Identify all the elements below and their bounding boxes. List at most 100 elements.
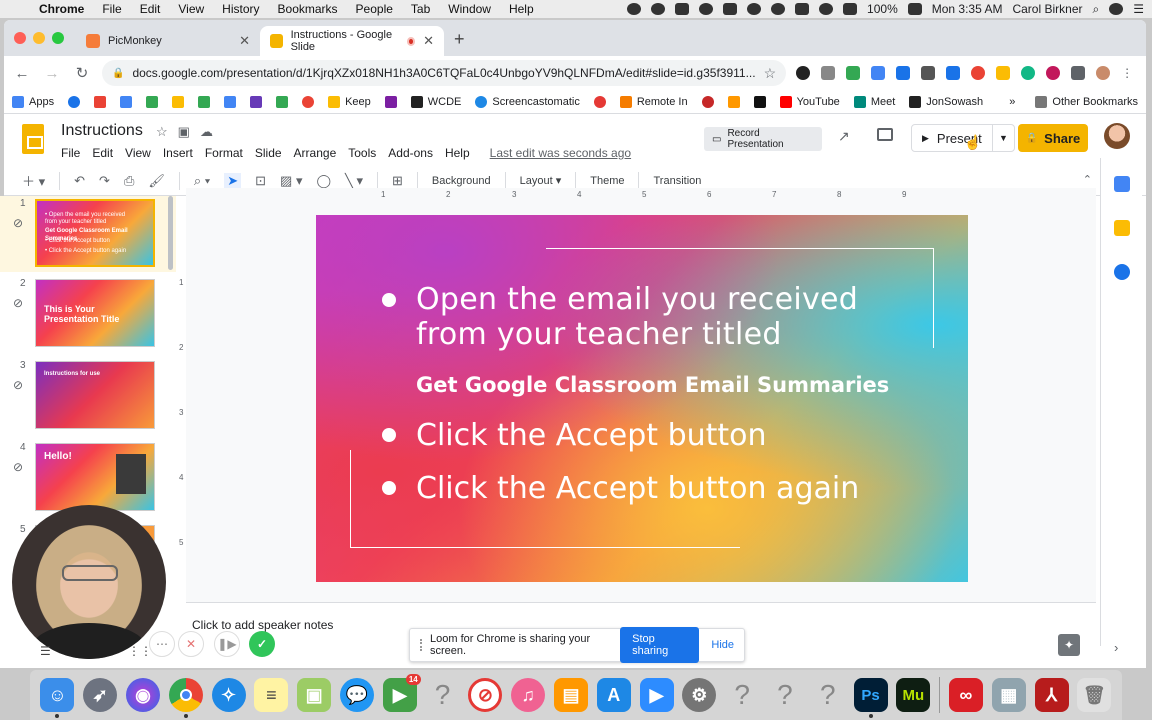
present-dropdown-icon[interactable]: ▼: [992, 125, 1014, 151]
background-button[interactable]: Background: [432, 175, 491, 187]
menu-tab[interactable]: Tab: [411, 2, 430, 16]
undo-icon[interactable]: ↶: [74, 173, 85, 189]
webcam-bubble[interactable]: [12, 505, 166, 659]
calendar-icon[interactable]: [1114, 176, 1130, 192]
bookmark-star-icon[interactable]: ☆: [764, 65, 777, 82]
pause-recording-icon[interactable]: ❚▶: [214, 631, 240, 657]
bookmark-keep[interactable]: Keep: [328, 95, 371, 108]
preview-icon[interactable]: ▣: [297, 678, 332, 712]
doc-menu-view[interactable]: View: [125, 146, 151, 160]
explore-icon[interactable]: ✦: [1058, 634, 1080, 656]
comments-icon[interactable]: [877, 128, 893, 141]
slide-thumbnail-1[interactable]: 1 ⊘ • Open the email you received from y…: [0, 196, 176, 272]
trash-icon[interactable]: 🗑: [1077, 678, 1112, 712]
photoshop-icon[interactable]: Ps: [853, 678, 888, 718]
star-icon[interactable]: ☆: [156, 124, 168, 140]
reload-icon[interactable]: ↻: [72, 64, 92, 82]
doc-menu-insert[interactable]: Insert: [163, 146, 193, 160]
filmstrip-scrollbar[interactable]: [168, 196, 173, 270]
close-tab-icon[interactable]: ✕: [239, 33, 250, 49]
unknown-app-icon[interactable]: ?: [811, 678, 845, 712]
shape-icon[interactable]: ◯: [316, 173, 331, 189]
line-icon[interactable]: ╲ ▾: [345, 173, 363, 189]
bluetooth-icon[interactable]: [795, 3, 810, 15]
slide-subheading[interactable]: Get Google Classroom Email Summaries: [416, 373, 889, 397]
keep-icon[interactable]: [1114, 220, 1130, 236]
microphone-icon[interactable]: [723, 3, 738, 15]
collapse-toolbar-icon[interactable]: ⌃: [1083, 173, 1092, 186]
doc-menu-addons[interactable]: Add-ons: [388, 146, 433, 160]
slide-thumbnail-2[interactable]: 2 ⊘ This is Your Presentation Title: [0, 276, 176, 352]
bookmark-screencastomatic[interactable]: Screencastomatic: [475, 95, 580, 108]
bookmark-icon-only[interactable]: [68, 95, 81, 108]
bookmarks-overflow-button[interactable]: »: [1009, 96, 1015, 108]
menu-help[interactable]: Help: [509, 2, 534, 16]
finder-icon[interactable]: ☺: [40, 678, 75, 718]
extension-icon[interactable]: [996, 66, 1011, 80]
cloud-icon[interactable]: [699, 3, 714, 15]
wifi-icon[interactable]: [819, 3, 834, 15]
notes-icon[interactable]: ≡: [254, 678, 289, 712]
doc-menu-slide[interactable]: Slide: [255, 146, 282, 160]
bookmark-wcde[interactable]: WCDE: [410, 95, 461, 108]
unknown-app-icon[interactable]: ?: [768, 678, 802, 712]
system-preferences-icon[interactable]: ⚙: [682, 678, 717, 712]
extension-icon[interactable]: [1021, 66, 1036, 80]
slide-thumbnail-3[interactable]: 3 ⊘ Instructions for use: [0, 358, 176, 434]
account-avatar[interactable]: [1104, 123, 1130, 149]
control-center-icon[interactable]: ☰: [1133, 2, 1144, 16]
bookmark-icon-only[interactable]: [94, 95, 107, 108]
chrome-icon[interactable]: [168, 678, 203, 718]
loom-icon[interactable]: [747, 3, 762, 15]
doc-menu-help[interactable]: Help: [445, 146, 470, 160]
extension-icon[interactable]: [946, 66, 961, 80]
bookmark-icon-only[interactable]: [701, 95, 714, 108]
lock-icon[interactable]: 🔒: [112, 68, 124, 79]
siri-icon[interactable]: ◉: [125, 678, 160, 712]
doc-menu-format[interactable]: Format: [205, 146, 243, 160]
creative-cloud-icon[interactable]: [627, 3, 642, 15]
doc-menu-arrange[interactable]: Arrange: [294, 146, 337, 160]
layout-button[interactable]: Layout ▾: [520, 174, 562, 187]
muse-icon[interactable]: Mu: [896, 678, 931, 712]
unknown-app-icon[interactable]: ?: [725, 678, 759, 712]
share-button[interactable]: 🔒 Share: [1018, 124, 1088, 152]
more-options-icon[interactable]: ⋯: [149, 631, 175, 657]
menu-file[interactable]: File: [102, 2, 121, 16]
transition-button[interactable]: Transition: [653, 175, 701, 187]
bookmark-icon-only[interactable]: [250, 95, 263, 108]
bookmark-apps[interactable]: Apps: [12, 95, 54, 108]
zoom-icon[interactable]: ⌕ ▾: [194, 173, 210, 189]
menu-bookmarks[interactable]: Bookmarks: [278, 2, 338, 16]
move-folder-icon[interactable]: ▣: [178, 124, 190, 140]
new-tab-button[interactable]: +: [454, 29, 465, 50]
new-slide-icon[interactable]: ＋ ▾: [22, 171, 45, 190]
bookmark-icon-only[interactable]: [198, 95, 211, 108]
menu-people[interactable]: People: [356, 2, 393, 16]
siri-icon[interactable]: [1109, 3, 1124, 15]
slide-bullet-3[interactable]: Click the Accept button again: [416, 471, 859, 506]
bookmark-icon-only[interactable]: [224, 95, 237, 108]
bookmark-icon-only[interactable]: [384, 95, 397, 108]
document-title[interactable]: Instructions: [61, 122, 143, 140]
do-not-disturb-icon[interactable]: [651, 3, 666, 15]
chrome-menu-icon[interactable]: ⋮: [1121, 66, 1133, 80]
launchpad-icon[interactable]: ➶: [83, 678, 118, 712]
bookmark-icon-only[interactable]: [302, 95, 315, 108]
extension-icon[interactable]: [1046, 66, 1061, 80]
extension-icon[interactable]: [921, 66, 936, 80]
tasks-icon[interactable]: [1114, 264, 1130, 280]
bookmark-meet[interactable]: Meet: [853, 95, 895, 108]
record-presentation-button[interactable]: ▭ Record Presentation: [704, 127, 822, 151]
cloud-status-icon[interactable]: ☁: [200, 124, 213, 140]
menu-view[interactable]: View: [178, 2, 204, 16]
tab-picmonkey[interactable]: PicMonkey ✕: [76, 26, 260, 56]
music-icon[interactable]: ♫: [511, 678, 546, 712]
present-button[interactable]: ▶ Present ▼: [911, 124, 1015, 152]
add-comment-icon[interactable]: ⊞: [392, 173, 403, 189]
doc-menu-file[interactable]: File: [61, 146, 80, 160]
image-capture-icon[interactable]: ▦: [991, 678, 1026, 712]
slide-bullet-1[interactable]: Open the email you received from your te…: [416, 282, 858, 352]
time-machine-icon[interactable]: [771, 3, 786, 15]
acrobat-icon[interactable]: ⅄: [1034, 678, 1069, 712]
